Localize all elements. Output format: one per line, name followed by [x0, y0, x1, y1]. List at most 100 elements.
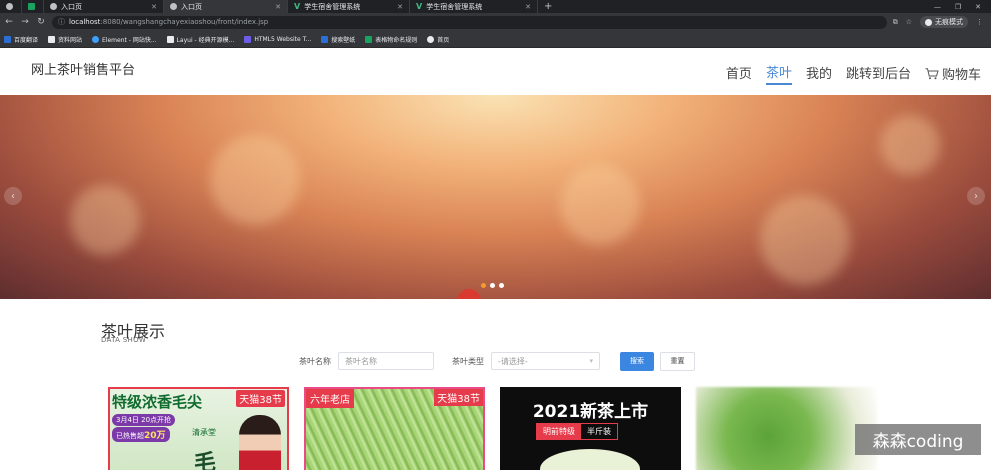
carousel-prev-arrow[interactable]: ‹ — [4, 187, 22, 205]
incognito-label: 无痕模式 — [935, 18, 963, 26]
carousel-dot[interactable] — [499, 283, 504, 288]
bookmark-icon — [427, 35, 435, 43]
tab-title: 学生宿舍管理系统 — [426, 2, 483, 11]
globe-icon — [50, 3, 57, 10]
browser-tab[interactable]: V 学生宿舍管理系统 ✕ — [410, 0, 538, 13]
bookmark-item[interactable]: 首页 — [427, 35, 449, 44]
search-form: 茶叶名称 茶叶名称 茶叶类型 -请选择- ▾ 搜索 重置 — [299, 351, 695, 371]
bookmark-item[interactable]: Element - 网站快... — [92, 35, 157, 44]
close-tab-icon[interactable]: ✕ — [525, 3, 531, 11]
bookmark-item[interactable]: 百度翻译 — [4, 35, 38, 44]
close-window-icon[interactable]: ✕ — [975, 3, 981, 11]
bookmark-label: Element - 网站快... — [102, 36, 157, 44]
bookmark-label: 首页 — [437, 36, 450, 44]
chevron-down-icon: ▾ — [589, 357, 593, 365]
tea-name-label: 茶叶名称 — [299, 356, 331, 366]
tab-title: 入口页 — [61, 2, 82, 11]
bookmark-icon — [321, 35, 329, 43]
product-brand: 清承堂 — [192, 428, 216, 437]
nav-home[interactable]: 首页 — [726, 63, 752, 84]
product-list: 特级浓香毛尖 天猫38节 3月4日 20点开抢 已热售超20万 清承堂 毛 六年… — [108, 387, 877, 470]
bookmark-icon — [244, 35, 252, 43]
incognito-indicator[interactable]: 无痕模式 — [920, 16, 968, 28]
product-tag: 明前特级 — [537, 424, 581, 439]
bookmark-label: 表格物命名规则 — [375, 36, 418, 44]
browser-tab-active[interactable]: 入口页 ✕ — [164, 0, 288, 13]
banner-carousel[interactable]: ‹ › — [0, 95, 991, 299]
product-card[interactable]: 六年老店 天猫38节 — [304, 387, 485, 470]
address-bar[interactable]: ⓘ localhost:8080/wangshangchayexiaoshou/… — [52, 15, 887, 29]
url-path: :8080/wangshangchayexiaoshou/front/index… — [100, 18, 269, 26]
translate-icon[interactable]: ⧉ — [893, 18, 898, 27]
site-info-icon[interactable]: ⓘ — [58, 17, 65, 27]
nav-backend[interactable]: 跳转到后台 — [846, 63, 911, 84]
vue-icon: V — [416, 2, 423, 11]
site-title: 网上茶叶销售平台 — [31, 63, 136, 78]
bookmark-item[interactable]: 搜索壁纸 — [321, 35, 355, 44]
nav-mine[interactable]: 我的 — [806, 63, 832, 84]
minimize-icon[interactable]: — — [934, 3, 941, 11]
bookmark-item[interactable]: 表格物命名规则 — [365, 35, 417, 44]
browser-toolbar: ← → ↻ ⓘ localhost:8080/wangshangchayexia… — [0, 13, 991, 31]
site-header: 网上茶叶销售平台 首页 茶叶 我的 跳转到后台 购物车 — [0, 48, 991, 95]
reload-icon[interactable]: ↻ — [36, 17, 46, 27]
search-button[interactable]: 搜索 — [620, 351, 654, 371]
product-tag: 半斤装 — [581, 424, 617, 439]
banner-decoration — [760, 195, 850, 285]
carousel-dot-active[interactable] — [481, 283, 486, 288]
product-glyph: 毛 — [194, 451, 217, 470]
close-tab-icon[interactable]: ✕ — [151, 3, 157, 11]
browser-tab[interactable] — [22, 0, 44, 13]
bookmark-label: 搜索壁纸 — [331, 36, 356, 44]
bookmark-label: HTML5 Website T... — [254, 35, 312, 43]
product-card[interactable] — [696, 387, 877, 470]
tea-type-select[interactable]: -请选择- ▾ — [491, 352, 600, 370]
bookmark-icon — [92, 35, 100, 43]
bookmark-label: 百度翻译 — [14, 36, 39, 44]
tab-title: 学生宿舍管理系统 — [304, 2, 361, 11]
nav-tea[interactable]: 茶叶 — [765, 62, 792, 85]
carousel-next-arrow[interactable]: › — [967, 187, 985, 205]
watermark: 森森coding — [855, 424, 981, 455]
url-host: localhost — [69, 18, 101, 26]
product-headline: 2021新茶上市 — [532, 402, 649, 422]
bookmark-label: Layui - 经典开源模... — [176, 36, 235, 44]
bookmark-star-icon[interactable]: ☆ — [906, 18, 912, 26]
browser-tab[interactable]: 入口页 ✕ — [44, 0, 164, 13]
bookmark-item[interactable]: 资料网站 — [48, 35, 82, 44]
incognito-icon — [925, 18, 932, 26]
reset-button[interactable]: 重置 — [660, 351, 695, 371]
promo-badge: 天猫38节 — [434, 389, 483, 406]
globe-icon — [6, 3, 13, 10]
promo-pill: 3月4日 20点开抢 — [112, 414, 176, 426]
tea-plate-image — [540, 449, 640, 470]
maximize-icon[interactable]: ❐ — [955, 3, 961, 11]
bookmark-item[interactable]: HTML5 Website T... — [244, 35, 312, 43]
page-content: 网上茶叶销售平台 首页 茶叶 我的 跳转到后台 购物车 ‹ › 茶叶展示 DAT… — [0, 48, 991, 470]
main-nav: 首页 茶叶 我的 跳转到后台 购物车 — [726, 62, 981, 85]
banner-decoration — [560, 165, 640, 245]
nav-cart[interactable]: 购物车 — [925, 64, 981, 83]
click-indicator — [457, 289, 481, 299]
section-subtitle: DATA SHOW — [101, 336, 147, 344]
tea-type-label: 茶叶类型 — [452, 356, 484, 366]
banner-decoration — [70, 185, 140, 255]
product-card[interactable]: 2021新茶上市 明前特级 半斤装 — [500, 387, 681, 470]
forward-arrow-icon[interactable]: → — [20, 17, 30, 27]
product-card[interactable]: 特级浓香毛尖 天猫38节 3月4日 20点开抢 已热售超20万 清承堂 毛 — [108, 387, 289, 470]
banner-decoration — [210, 135, 300, 225]
close-tab-icon[interactable]: ✕ — [275, 3, 281, 11]
close-tab-icon[interactable]: ✕ — [397, 3, 403, 11]
shop-tag: 六年老店 — [306, 389, 354, 408]
bookmarks-bar: 百度翻译 资料网站 Element - 网站快... Layui - 经典开源模… — [0, 31, 991, 48]
globe-icon — [170, 3, 177, 10]
carousel-indicators — [481, 283, 504, 288]
new-tab-button[interactable]: + — [538, 1, 558, 12]
back-arrow-icon[interactable]: ← — [4, 17, 14, 27]
browser-tab[interactable] — [0, 0, 22, 13]
menu-dots-icon[interactable]: ⋮ — [976, 18, 983, 26]
tea-name-input[interactable]: 茶叶名称 — [338, 352, 434, 370]
carousel-dot[interactable] — [490, 283, 495, 288]
browser-tab[interactable]: V 学生宿舍管理系统 ✕ — [288, 0, 410, 13]
bookmark-item[interactable]: Layui - 经典开源模... — [166, 35, 235, 44]
